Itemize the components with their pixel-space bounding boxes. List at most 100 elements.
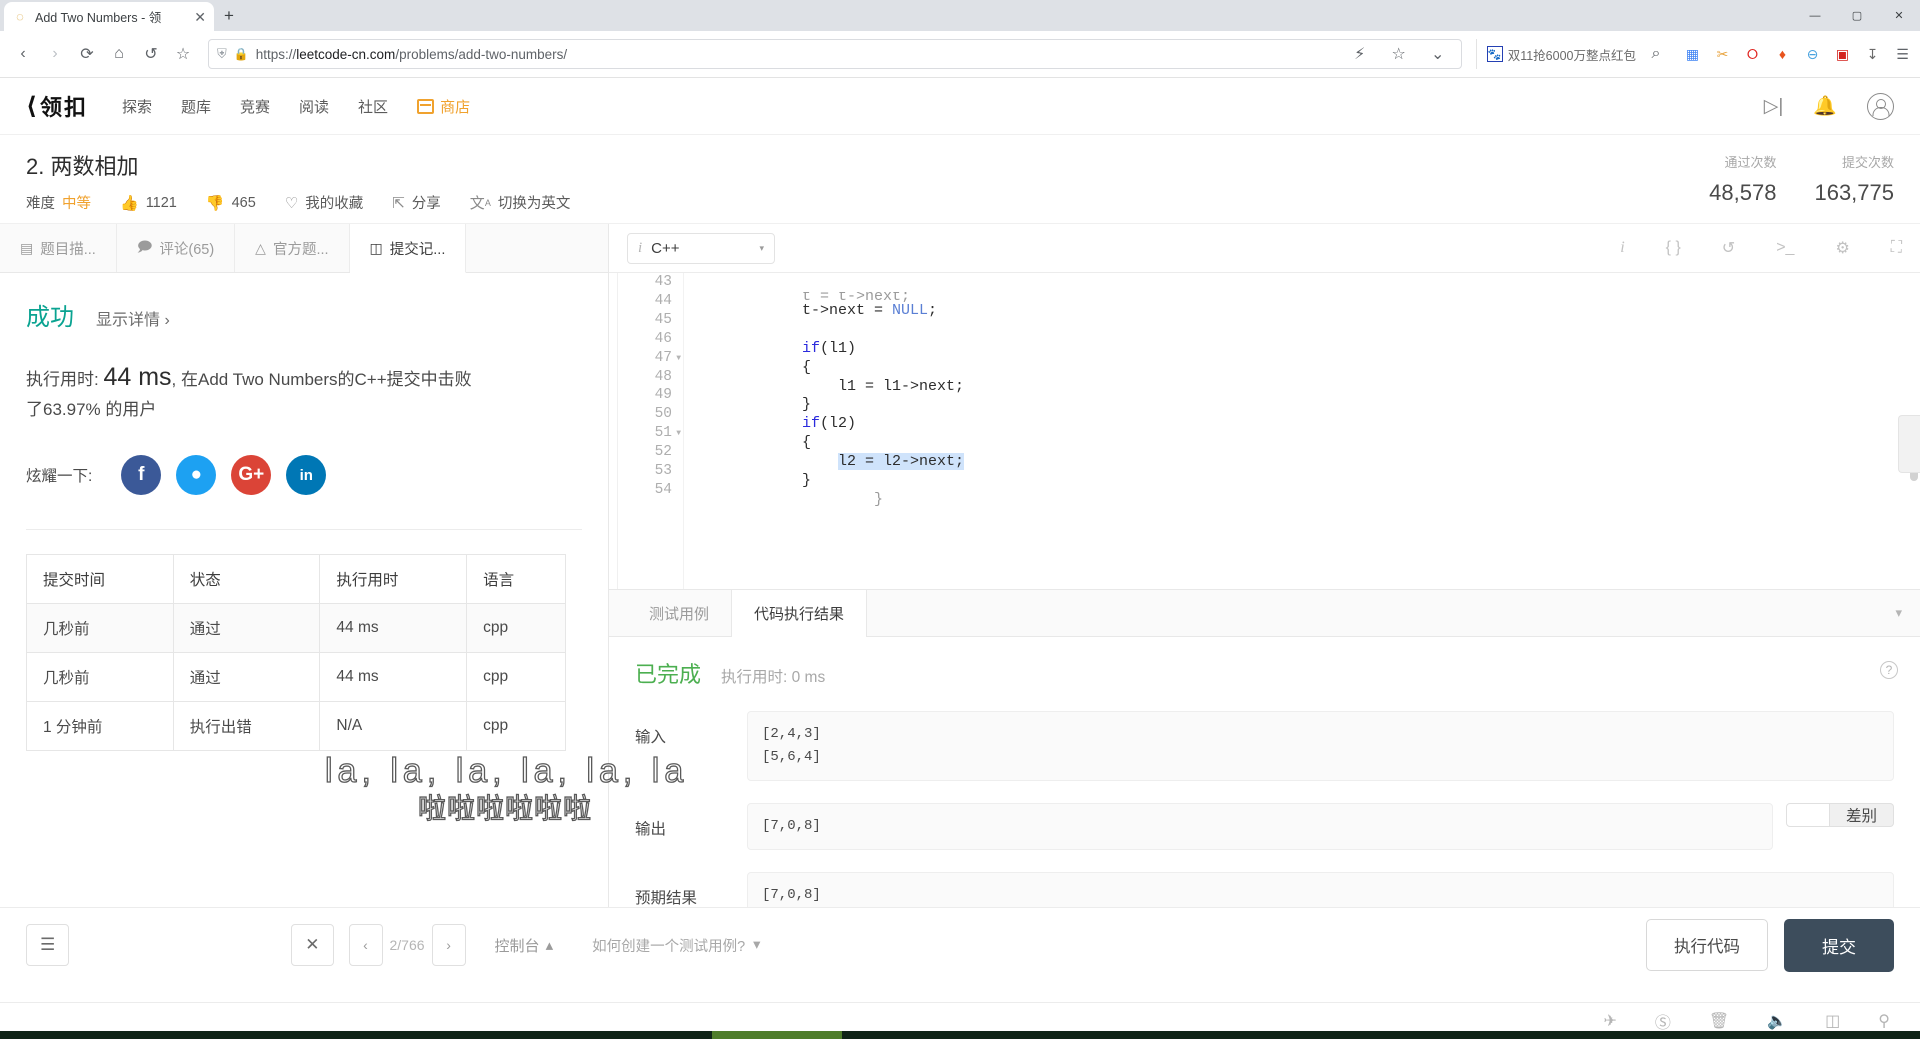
menu-icon[interactable]: ☰: [1893, 45, 1912, 64]
table-row[interactable]: 1 分钟前 执行出错 N/A cpp: [26, 701, 566, 752]
submission-icon: ◫: [369, 239, 383, 256]
fold-icon[interactable]: ▼: [676, 350, 681, 369]
nav-item-problems[interactable]: 题库: [181, 96, 211, 117]
window-close-icon[interactable]: ✕: [1878, 0, 1920, 31]
nav-item-articles[interactable]: 阅读: [299, 96, 329, 117]
col-header-time: 提交时间: [26, 554, 174, 605]
tab-solution[interactable]: △ 官方题...: [235, 224, 350, 272]
dislike-button[interactable]: 👎 465: [206, 194, 256, 212]
console-icon[interactable]: >_: [1776, 239, 1794, 257]
cell-status[interactable]: 通过: [172, 652, 321, 703]
window-icon[interactable]: ◫: [1825, 1011, 1840, 1031]
search-box[interactable]: 🐾 双11抢6000万整点红包 ⌕: [1475, 39, 1671, 69]
leetcode-logo[interactable]: ⟨ 领扣: [26, 90, 88, 122]
cell-time: 几秒前: [26, 652, 174, 703]
bookmark-star-icon[interactable]: ☆: [168, 39, 198, 69]
tab-testcase[interactable]: 测试用例: [627, 590, 732, 636]
tab-submissions[interactable]: ◫ 提交记...: [349, 224, 467, 273]
rocket-icon[interactable]: ✈: [1604, 1011, 1617, 1031]
next-problem-button[interactable]: ›: [431, 924, 466, 966]
fullscreen-icon[interactable]: ⛶: [1891, 239, 1902, 257]
result-status-row: 已完成 执行用时: 0 ms: [635, 657, 1894, 689]
tab-code-result[interactable]: 代码执行结果: [731, 590, 868, 637]
code-line: }: [802, 472, 812, 490]
reload-icon[interactable]: ⟳: [72, 39, 102, 69]
search-input[interactable]: 双11抢6000万整点红包: [1508, 45, 1636, 64]
table-row[interactable]: 几秒前 通过 44 ms cpp: [26, 652, 566, 703]
scissors-icon[interactable]: ✂: [1713, 45, 1732, 64]
help-icon[interactable]: ?: [1880, 661, 1898, 679]
prev-problem-button[interactable]: ‹: [348, 924, 383, 966]
trash-icon[interactable]: 🗑: [1709, 1011, 1729, 1031]
lightning-icon[interactable]: ⚡: [1345, 39, 1375, 69]
search-icon[interactable]: ⌕: [1641, 39, 1671, 69]
undo-icon[interactable]: ↺: [136, 39, 166, 69]
console-toggle[interactable]: 控制台 ▴: [495, 935, 554, 956]
tab-description[interactable]: ▤ 题目描...: [0, 224, 117, 272]
linkedin-icon[interactable]: in: [286, 455, 327, 496]
chevron-down-icon[interactable]: ▾: [1895, 590, 1902, 636]
code-editor[interactable]: 43 44 45 46 47 ▼ 48 49 50 51 ▼ 52 53 54 t …: [609, 273, 1920, 589]
cell-status[interactable]: 执行出错: [172, 701, 321, 752]
new-tab-button[interactable]: +: [224, 6, 234, 26]
star-icon[interactable]: ☆: [1384, 39, 1414, 69]
fold-icon[interactable]: ▼: [676, 425, 681, 444]
play-code-icon[interactable]: ▷|: [1764, 95, 1784, 118]
code-content[interactable]: t = t->next;t->next = NULL;t->next = NUL…: [684, 273, 1920, 589]
nav-item-community[interactable]: 社区: [358, 96, 388, 117]
favorite-button[interactable]: ♡ 我的收藏: [285, 192, 363, 213]
diff-control[interactable]: 差别: [1785, 803, 1894, 828]
maximize-icon[interactable]: ▢: [1836, 0, 1878, 31]
download-icon[interactable]: ↧: [1863, 45, 1882, 64]
facebook-icon[interactable]: f: [121, 455, 162, 496]
back-icon[interactable]: ‹: [8, 39, 38, 69]
account-icon[interactable]: [1867, 92, 1894, 120]
qq-icon[interactable]: ▣: [1833, 45, 1852, 64]
format-braces-icon[interactable]: { }: [1666, 239, 1681, 257]
bell-icon[interactable]: 🔔: [1813, 94, 1837, 118]
col-header-status: 状态: [172, 554, 321, 605]
leetcode-navbar: ⟨ 领扣 探索 题库 竞赛 阅读 社区 商店 ▷| 🔔: [0, 78, 1920, 135]
close-icon[interactable]: ✕: [194, 10, 206, 24]
random-problem-button[interactable]: ✕: [291, 924, 334, 966]
twitter-icon[interactable]: ●: [176, 455, 217, 496]
volume-icon[interactable]: 🔈: [1767, 1011, 1787, 1031]
share-button[interactable]: ⇱ 分享: [392, 192, 441, 213]
diff-label[interactable]: 差别: [1829, 803, 1894, 828]
show-detail-link[interactable]: 显示详情 ›: [96, 306, 170, 330]
nav-item-explore[interactable]: 探索: [122, 96, 152, 117]
like-button[interactable]: 👍 1121: [120, 194, 177, 212]
no-sound-icon[interactable]: Ⓢ: [1655, 1009, 1671, 1033]
settings-icon[interactable]: ⚙: [1835, 238, 1849, 258]
browser-tab[interactable]: ◌ Add Two Numbers - 领 ✕: [4, 2, 214, 31]
chevron-right-icon: ›: [164, 312, 170, 329]
submit-button[interactable]: 提交: [1784, 918, 1894, 972]
address-bar[interactable]: ⛨ 🔒 https://leetcode-cn.com/problems/add…: [208, 39, 1462, 69]
side-panel-toggle[interactable]: [1898, 415, 1920, 473]
search-icon[interactable]: ⚲: [1878, 1011, 1890, 1031]
cell-status[interactable]: 通过: [172, 603, 321, 654]
forward-icon[interactable]: ›: [40, 39, 70, 69]
info-icon[interactable]: i: [1620, 239, 1624, 257]
language-select[interactable]: i C++ ▾: [627, 232, 775, 264]
google-plus-icon[interactable]: G+: [231, 455, 272, 496]
minus-circle-icon[interactable]: ⊖: [1803, 45, 1822, 64]
grid-icon[interactable]: ▦: [1683, 45, 1702, 64]
chevron-down-icon[interactable]: ⌄: [1423, 39, 1453, 69]
flame-icon[interactable]: ♦: [1773, 45, 1792, 64]
translate-button[interactable]: 文A 切换为英文: [470, 192, 571, 213]
run-code-button[interactable]: 执行代码: [1646, 919, 1768, 971]
opera-icon[interactable]: ⭘: [1743, 45, 1762, 64]
tab-comments[interactable]: 🗩 评论(65): [116, 224, 236, 272]
code-line: l1 = l1->next;: [802, 377, 965, 395]
table-row[interactable]: 几秒前 通过 44 ms cpp: [26, 603, 566, 654]
howto-link[interactable]: 如何创建一个测试用例? ▾: [592, 935, 760, 956]
nav-item-shop[interactable]: 商店: [417, 96, 470, 117]
reset-icon[interactable]: ↺: [1722, 238, 1735, 258]
minimize-icon[interactable]: —: [1794, 0, 1836, 31]
nav-item-contest[interactable]: 竞赛: [240, 96, 270, 117]
problem-list-button[interactable]: ☰: [26, 924, 70, 966]
home-icon[interactable]: ⌂: [104, 39, 134, 69]
diff-toggle[interactable]: [1785, 803, 1830, 828]
shield-icon: ⛨: [217, 46, 227, 61]
